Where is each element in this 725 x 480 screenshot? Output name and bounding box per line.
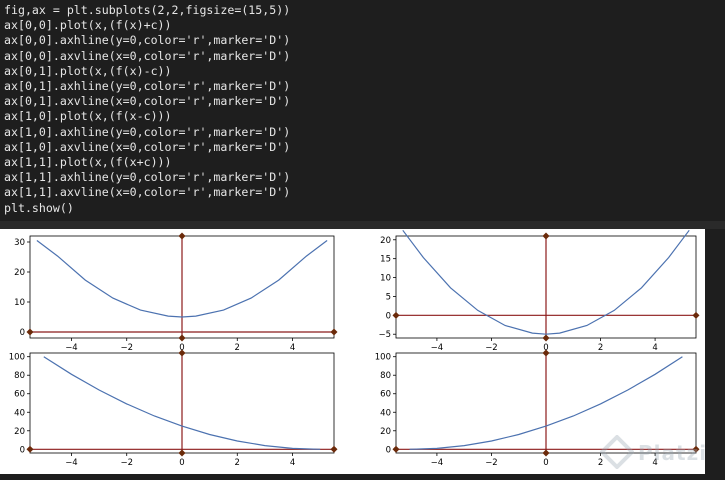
x-tick-label: 4 [290,343,295,353]
y-tick-label: 0 [20,328,25,338]
x-tick-label: 2 [598,343,603,353]
y-tick-label: −5 [378,330,391,340]
code-line: fig,ax = plt.subplots(2,2,figsize=(15,5)… [4,3,291,17]
y-tick-label: 100 [375,353,391,363]
output-scroll-area [705,229,725,480]
y-tick-label: 0 [20,445,25,455]
x-tick-label: −4 [431,343,444,353]
y-tick-label: 80 [380,371,391,381]
x-tick-label: 2 [235,343,240,353]
x-tick-label: 0 [543,458,548,468]
platzi-watermark: Platzi [599,434,706,475]
x-tick-label: −4 [65,343,78,353]
x-tick-label: −2 [485,458,498,468]
cell-separator [0,221,725,229]
code-line: ax[1,1].plot(x,(f(x+c))) [4,155,172,169]
y-tick-label: 15 [380,255,391,265]
x-tick-label: −2 [120,458,133,468]
code-line: ax[1,0].plot(x,(f(x-c))) [4,109,172,124]
y-tick-label: 0 [386,311,391,321]
y-tick-label: 30 [14,238,25,248]
y-tick-label: 10 [380,274,391,284]
subplot-bottom-left: −4 −2 0 2 4020406080100 [9,349,338,468]
y-tick-label: 60 [14,390,25,400]
code-line: ax[1,0].axvline(x=0,color='r',marker='D'… [4,139,291,154]
x-tick-label: −4 [431,458,444,468]
code-cell[interactable]: fig,ax = plt.subplots(2,2,figsize=(15,5)… [0,0,725,221]
y-tick-label: 80 [14,371,25,381]
code-line: ax[0,1].plot(x,(f(x)-c)) [4,63,172,78]
y-tick-label: 100 [9,353,25,363]
x-tick-label: −2 [120,343,133,353]
watermark-text: Platzi [638,441,708,465]
y-tick-label: 20 [380,236,391,246]
code-line: ax[0,0].plot(x,(f(x)+c)) [4,18,172,33]
code-line: ax[0,0].axvline(x=0,color='r',marker='D'… [4,48,291,63]
x-tick-label: 2 [235,458,240,468]
code-line: ax[1,1].axvline(x=0,color='r',marker='D'… [4,185,291,200]
code-line: ax[0,1].axvline(x=0,color='r',marker='D'… [4,94,291,109]
platzi-logo-icon [599,434,635,470]
x-tick-label: −2 [485,343,498,353]
code-line: ax[0,1].axhline(y=0,color='r',marker='D'… [4,79,291,93]
y-tick-label: 10 [14,298,25,308]
code-line: ax[1,0].axhline(y=0,color='r',marker='D'… [4,124,291,139]
code-line: ax[0,0].axhline(y=0,color='r',marker='D'… [4,33,291,48]
x-tick-label: 4 [290,458,295,468]
x-tick-label: 4 [652,343,657,353]
y-tick-label: 20 [14,427,25,437]
x-tick-label: −4 [65,458,78,468]
y-tick-label: 60 [380,390,391,400]
x-tick-label: 0 [179,458,184,468]
y-tick-label: 40 [14,408,25,418]
subplot-top-left: −4 −2 0 2 40102030 [14,232,338,353]
code-line: ax[1,1].axhline(y=0,color='r',marker='D'… [4,170,291,185]
y-tick-label: 20 [14,268,25,278]
y-tick-label: 5 [386,292,391,302]
subplot-top-right: −4 −2 0 2 4−505101520 [378,229,700,353]
y-tick-label: 20 [380,427,391,437]
y-tick-label: 0 [386,445,391,455]
code-line: plt.show() [4,200,74,215]
y-tick-label: 40 [380,408,391,418]
